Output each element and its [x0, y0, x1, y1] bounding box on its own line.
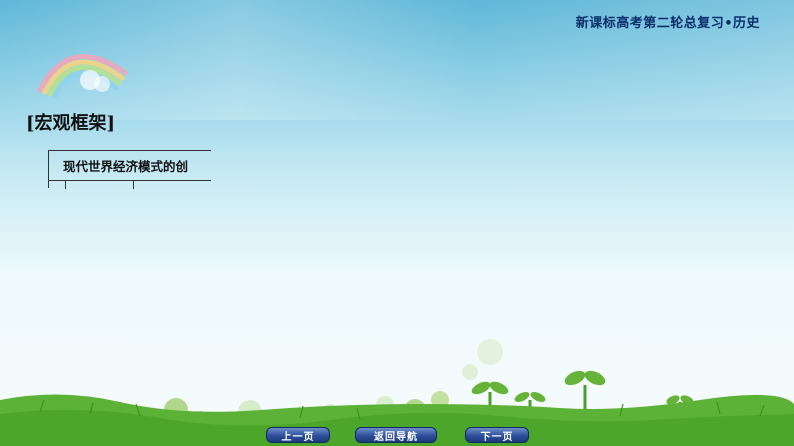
grass-sprouts-illustration	[0, 339, 794, 446]
back-to-nav-button[interactable]: 返回导航	[355, 427, 437, 443]
prev-page-button[interactable]: 上一页	[266, 427, 330, 443]
next-page-button[interactable]: 下一页	[465, 427, 529, 443]
navigation-bar: 上一页 返回导航 下一页	[0, 424, 794, 446]
